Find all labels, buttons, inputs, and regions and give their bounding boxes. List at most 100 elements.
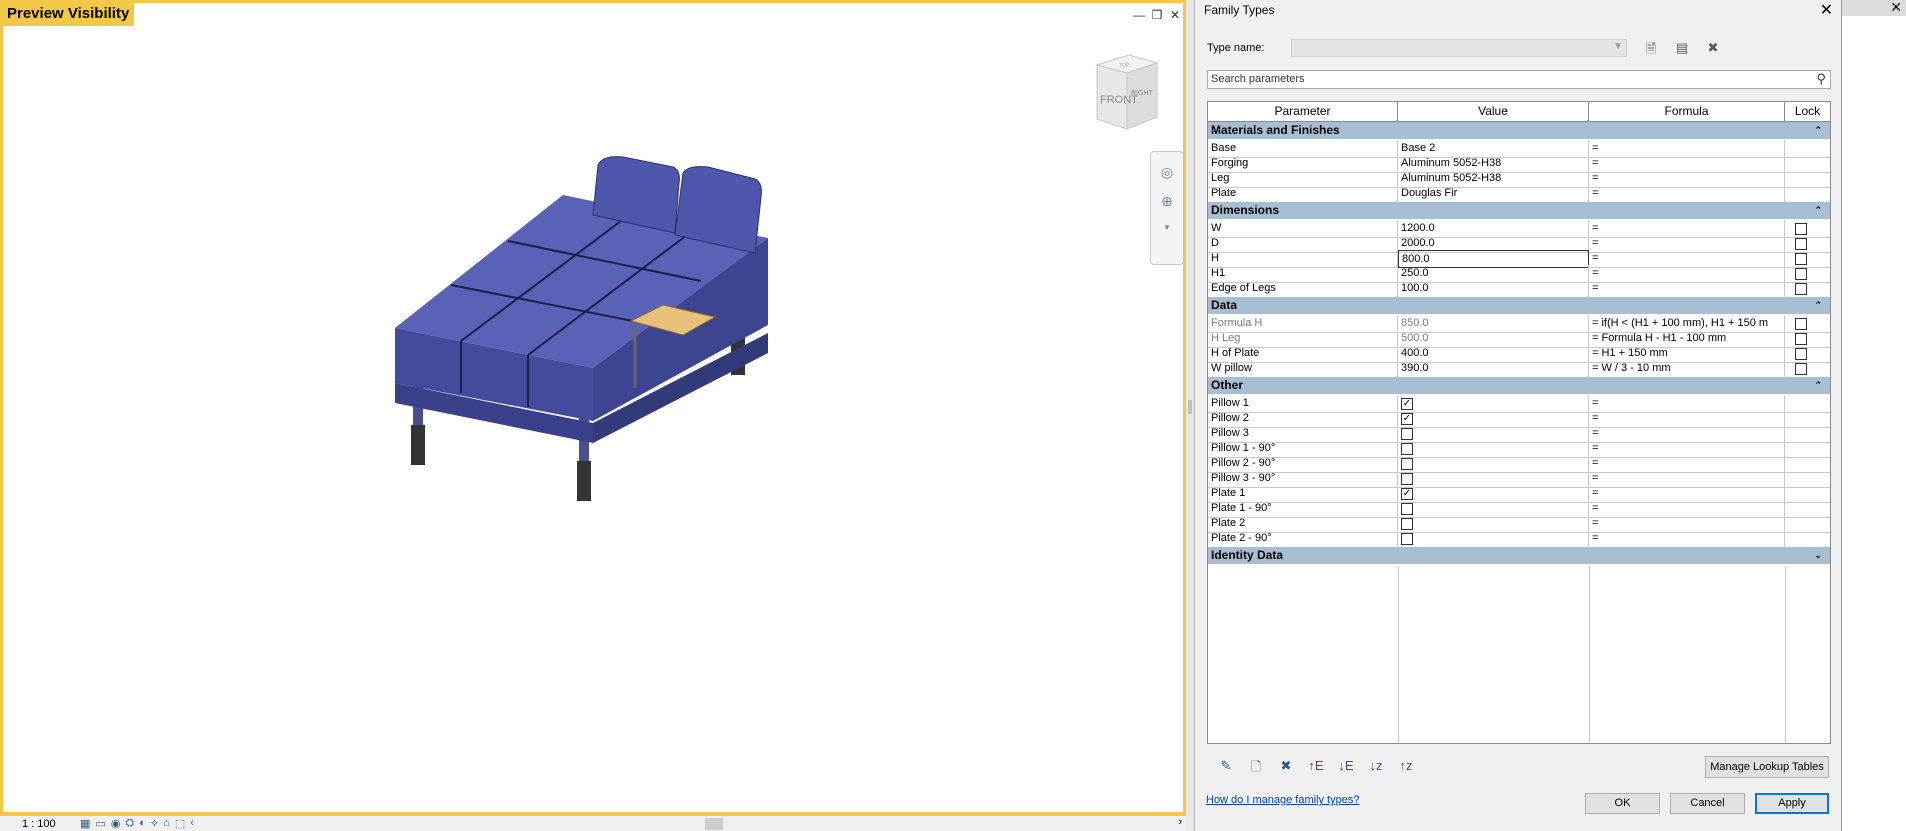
edit-parameter-icon[interactable]: ✎ (1211, 758, 1241, 780)
search-parameters-input[interactable]: Search parameters ⚲ (1207, 70, 1831, 89)
move-up-icon[interactable]: ↑E (1301, 758, 1331, 780)
group-header[interactable]: Dimensions ⌃ (1208, 202, 1830, 219)
lock-checkbox[interactable] (1795, 283, 1807, 295)
collapse-icon[interactable]: ⌃ (1814, 122, 1822, 139)
parameter-formula-cell[interactable]: = (1589, 530, 1785, 548)
sort-ascending-icon[interactable]: ↓z (1361, 758, 1391, 780)
checkbox-unchecked[interactable] (1401, 503, 1413, 515)
lock-checkbox[interactable] (1795, 253, 1807, 265)
parameter-value-cell[interactable]: 390.0 (1398, 360, 1589, 378)
collapse-icon[interactable]: ⌃ (1814, 297, 1822, 314)
view-scale[interactable]: 1 : 100 (0, 818, 80, 830)
hide-isolate-icon[interactable]: ⬚ (175, 817, 185, 830)
sun-path-icon[interactable]: ◉ (111, 817, 121, 830)
parameter-lock-cell[interactable] (1785, 280, 1830, 298)
parameter-row[interactable]: Plate Douglas Fir = (1208, 185, 1830, 203)
zoom-icon[interactable]: ⊕ (1151, 193, 1183, 210)
parameter-row[interactable]: W pillow 390.0 = W / 3 - 10 mm (1208, 360, 1830, 378)
column-header-lock[interactable]: Lock (1785, 102, 1830, 122)
new-type-icon[interactable]: 🗎 (1642, 40, 1660, 62)
lock-checkbox[interactable] (1795, 363, 1807, 375)
parameter-row[interactable]: Plate 2 - 90° = (1208, 530, 1830, 548)
group-header[interactable]: Data ⌃ (1208, 297, 1830, 314)
dialog-close-icon[interactable]: ✕ (1820, 0, 1833, 20)
checkbox-unchecked[interactable] (1401, 428, 1413, 440)
steering-wheel-icon[interactable]: ◎ (1151, 164, 1183, 181)
checkbox-checked[interactable]: ✓ (1401, 398, 1413, 410)
background-window: ✕ (1842, 0, 1906, 831)
rename-type-icon[interactable]: ▤ (1673, 40, 1691, 62)
panel-splitter[interactable] (1186, 0, 1194, 831)
group-header[interactable]: Other ⌃ (1208, 377, 1830, 394)
column-header-parameter[interactable]: Parameter (1208, 102, 1398, 122)
lock-checkbox[interactable] (1795, 268, 1807, 280)
apply-button[interactable]: Apply (1755, 793, 1829, 814)
viewcube[interactable]: FRONT RIGHT TOP (1087, 51, 1163, 135)
parameter-value-cell[interactable] (1398, 530, 1589, 548)
collapse-icon[interactable]: ⌄ (1814, 547, 1822, 564)
move-down-icon[interactable]: ↓E (1331, 758, 1361, 780)
collapse-icon[interactable]: ⌃ (1814, 202, 1822, 219)
parameter-formula-cell[interactable]: = W / 3 - 10 mm (1589, 360, 1785, 378)
lock-checkbox[interactable] (1795, 318, 1807, 330)
search-placeholder: Search parameters (1211, 73, 1305, 85)
delete-type-icon[interactable]: ✖ (1704, 40, 1722, 62)
collapse-icon[interactable]: ⌃ (1814, 377, 1822, 394)
scroll-left-icon[interactable]: ‹ (190, 817, 194, 830)
checkbox-unchecked[interactable] (1401, 518, 1413, 530)
parameter-formula-cell[interactable]: = (1589, 280, 1785, 298)
checkbox-checked[interactable]: ✓ (1401, 488, 1413, 500)
search-icon[interactable]: ⚲ (1816, 71, 1826, 87)
ok-button[interactable]: OK (1585, 793, 1660, 814)
shadows-icon[interactable]: ⛭ (125, 817, 134, 830)
parameters-table: Parameter Value Formula Lock Materials and F… (1207, 101, 1831, 744)
visual-style-icon[interactable]: ▭ (95, 817, 105, 830)
column-header-formula[interactable]: Formula (1589, 102, 1785, 122)
navigation-bar[interactable]: ◎ ⊕ ▾ (1150, 151, 1183, 265)
splitter-handle[interactable] (1188, 400, 1192, 414)
close-view-icon[interactable]: ✕ (1169, 8, 1181, 22)
type-name-label: Type name: (1207, 42, 1265, 54)
type-name-select[interactable]: ▼ (1291, 39, 1627, 57)
parameter-value-cell[interactable]: 100.0 (1398, 280, 1589, 298)
nav-expand-icon[interactable]: ▾ (1151, 222, 1183, 233)
rendering-icon[interactable]: ◐ (139, 817, 146, 830)
horizontal-scroll-thumb[interactable] (705, 818, 723, 830)
detail-level-icon[interactable]: ▦ (80, 817, 90, 830)
checkbox-checked[interactable]: ✓ (1401, 413, 1413, 425)
close-icon[interactable]: ✕ (1890, 0, 1902, 16)
lock-checkbox[interactable] (1795, 238, 1807, 250)
checkbox-unchecked[interactable] (1401, 443, 1413, 455)
restore-icon[interactable]: ❐ (1151, 8, 1163, 22)
group-title: Data (1211, 298, 1238, 312)
preview-viewport[interactable]: Preview Visibility — ❐ ✕ FRONT RIGHT TOP… (0, 0, 1186, 815)
sofa-3d-model[interactable] (383, 153, 783, 513)
group-header[interactable]: Identity Data ⌄ (1208, 547, 1830, 564)
manage-lookup-tables-button[interactable]: Manage Lookup Tables (1705, 756, 1829, 778)
checkbox-unchecked[interactable] (1401, 533, 1413, 545)
column-divider (1589, 567, 1590, 743)
group-header[interactable]: Materials and Finishes ⌃ (1208, 122, 1830, 139)
new-parameter-icon[interactable]: 🗋 (1241, 758, 1271, 780)
minimize-icon[interactable]: — (1133, 8, 1145, 22)
chevron-down-icon[interactable]: ▼ (1613, 41, 1623, 52)
delete-parameter-icon[interactable]: ✖ (1271, 758, 1301, 780)
parameter-formula-cell[interactable]: = (1589, 185, 1785, 203)
parameter-value-cell[interactable]: Douglas Fir (1398, 185, 1589, 203)
scroll-right-icon[interactable]: › (1178, 816, 1182, 828)
leg-front-left-foot (411, 425, 425, 465)
cancel-button[interactable]: Cancel (1670, 793, 1745, 814)
background-window-titlebar: ✕ (1842, 0, 1906, 16)
parameter-row[interactable]: Edge of Legs 100.0 = (1208, 280, 1830, 298)
checkbox-unchecked[interactable] (1401, 458, 1413, 470)
help-link[interactable]: How do I manage family types? (1206, 794, 1359, 806)
parameter-lock-cell[interactable] (1785, 360, 1830, 378)
column-header-value[interactable]: Value (1398, 102, 1589, 122)
crop-icon[interactable]: ⟡ (151, 817, 158, 830)
checkbox-unchecked[interactable] (1401, 473, 1413, 485)
lock-view-icon[interactable]: ⌂ (163, 817, 170, 830)
lock-checkbox[interactable] (1795, 223, 1807, 235)
lock-checkbox[interactable] (1795, 348, 1807, 360)
sort-descending-icon[interactable]: ↑z (1391, 758, 1421, 780)
lock-checkbox[interactable] (1795, 333, 1807, 345)
